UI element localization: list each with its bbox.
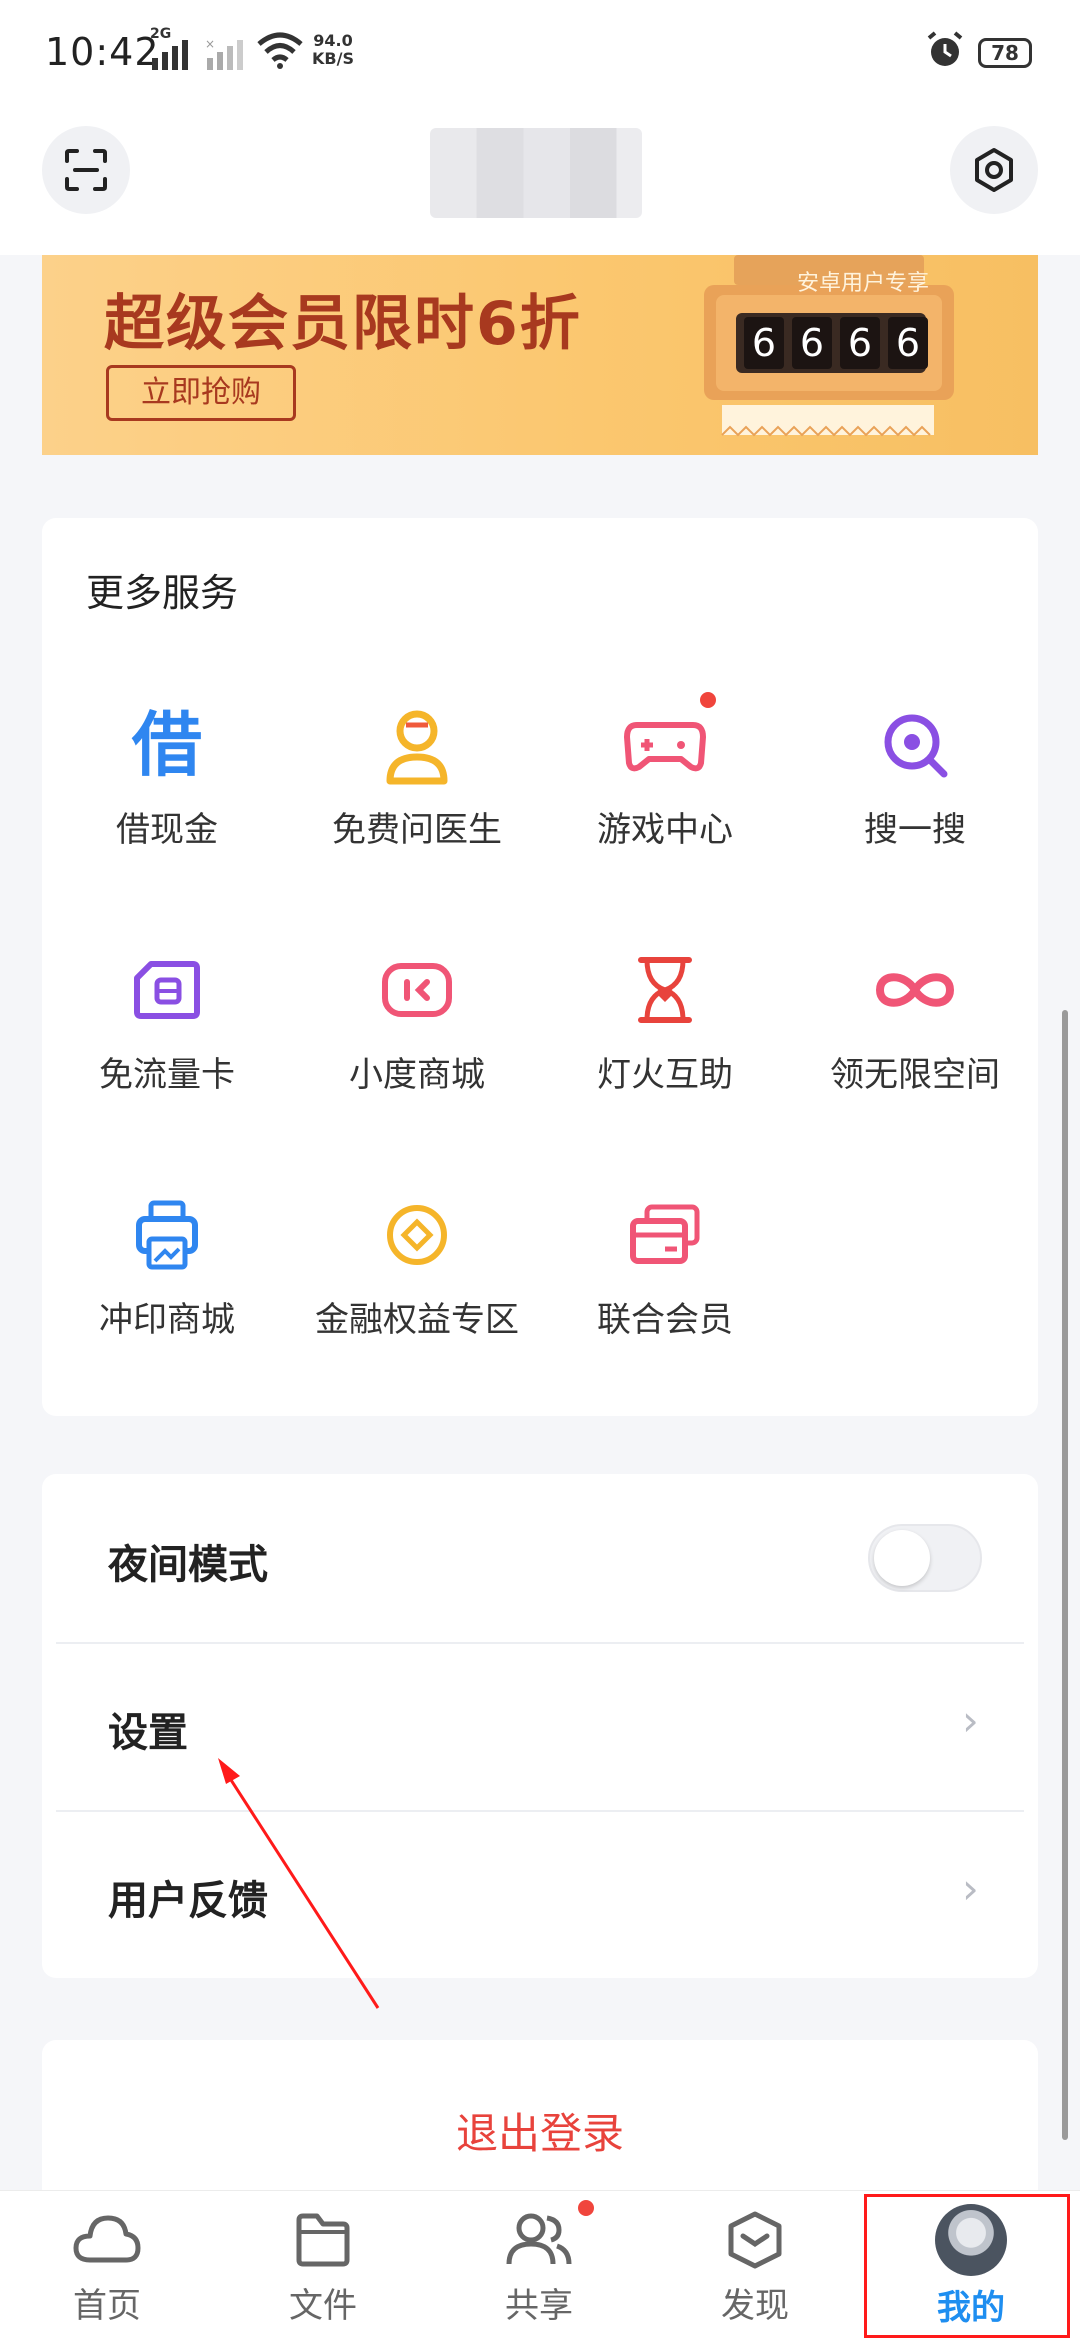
chevron-right-icon: ›	[962, 1696, 979, 1745]
banner-badge: 安卓用户专享	[797, 271, 930, 296]
gamepad-icon	[620, 700, 710, 790]
settings-hex-button[interactable]	[950, 126, 1038, 214]
scrollbar[interactable]	[1062, 1010, 1068, 2140]
username-blurred	[430, 128, 642, 218]
toggle-knob	[874, 1530, 930, 1586]
service-joint-membership[interactable]: 联合会员	[540, 1190, 790, 1341]
service-print-mall[interactable]: 冲印商城	[42, 1190, 292, 1341]
scan-icon	[65, 149, 107, 191]
service-borrow-cash[interactable]: 借 借现金	[42, 700, 292, 851]
banner-title: 超级会员限时6折	[104, 289, 582, 359]
service-lamp-mutual-aid[interactable]: 灯火互助	[540, 945, 790, 1096]
service-free-data-card[interactable]: 免流量卡	[42, 945, 292, 1096]
battery-indicator: 78	[978, 38, 1032, 68]
xiaodu-icon	[372, 945, 462, 1035]
service-unlimited-space[interactable]: 领无限空间	[790, 945, 1040, 1096]
digit: 6	[888, 317, 928, 369]
borrow-icon: 借	[132, 704, 202, 786]
service-search[interactable]: 搜一搜	[790, 700, 1040, 851]
printer-icon	[122, 1190, 212, 1280]
banner-digits: 6 6 6 6	[744, 317, 928, 369]
game-center-badge	[700, 692, 716, 708]
feedback-row[interactable]: 用户反馈 ›	[42, 1812, 1038, 1978]
share-tab-badge	[578, 2200, 594, 2216]
chevron-right-icon: ›	[962, 1864, 979, 1913]
coin-icon	[372, 1190, 462, 1280]
night-mode-label: 夜间模式	[108, 1542, 268, 1588]
signal-icon	[152, 40, 188, 70]
service-free-doctor[interactable]: 免费问医生	[292, 700, 542, 851]
network-speed: 94.0 KB/S	[312, 31, 354, 68]
digit: 6	[840, 317, 880, 369]
alarm-icon	[927, 31, 963, 66]
settings-row[interactable]: 设置 ›	[42, 1644, 1038, 1810]
digit: 6	[744, 317, 784, 369]
services-title: 更多服务	[86, 571, 239, 615]
annotation-arrow	[218, 1758, 380, 2009]
buy-now-button[interactable]: 立即抢购	[106, 365, 296, 421]
gear-icon	[975, 148, 1013, 192]
night-mode-toggle[interactable]	[868, 1524, 982, 1592]
service-xiaodu-mall[interactable]: 小度商城	[292, 945, 542, 1096]
sim-card-icon	[122, 945, 212, 1035]
share-people-icon	[506, 2213, 572, 2265]
promo-banner[interactable]: 超级会员限时6折 立即抢购 安卓用户专享 6 6 6 6	[42, 255, 1038, 455]
annotation-highlight-box	[864, 2194, 1070, 2338]
folder-icon	[296, 2213, 350, 2267]
tab-home[interactable]: 首页	[32, 2210, 182, 2327]
tab-discover[interactable]: 发现	[680, 2210, 830, 2327]
scan-button[interactable]	[42, 126, 130, 214]
infinity-icon	[870, 945, 960, 1035]
status-time: 10:42	[45, 30, 160, 74]
tab-files[interactable]: 文件	[248, 2210, 398, 2327]
discover-icon	[728, 2211, 782, 2269]
wifi-icon	[257, 32, 303, 69]
logout-button[interactable]: 退出登录	[0, 2100, 1080, 2161]
cards-icon	[620, 1190, 710, 1280]
digit: 6	[792, 317, 832, 369]
svg-text:×: ×	[205, 38, 215, 51]
settings-label: 设置	[108, 1710, 188, 1756]
hourglass-heart-icon	[620, 945, 710, 1035]
cloud-icon	[73, 2215, 141, 2263]
service-finance-zone[interactable]: 金融权益专区	[292, 1190, 542, 1341]
doctor-icon	[372, 700, 462, 790]
search-icon	[870, 700, 960, 790]
signal-off-icon: ×	[205, 38, 243, 70]
service-game-center[interactable]: 游戏中心	[540, 700, 790, 851]
tab-share[interactable]: 共享	[464, 2210, 614, 2327]
